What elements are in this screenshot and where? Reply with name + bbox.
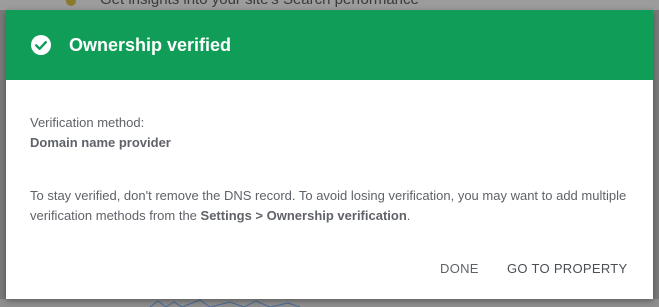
verification-method-value: Domain name provider — [30, 135, 171, 150]
ownership-verified-dialog: Ownership verified Verification method: … — [6, 10, 653, 299]
verification-method-label: Verification method: — [30, 115, 145, 130]
check-circle-icon — [31, 35, 51, 55]
dialog-header: Ownership verified — [6, 10, 653, 80]
info-text-suffix: . — [406, 208, 411, 223]
done-button[interactable]: DONE — [434, 254, 485, 284]
background-chart — [0, 299, 659, 307]
verification-info-text: To stay verified, don't remove the DNS r… — [30, 186, 640, 226]
dialog-title: Ownership verified — [69, 35, 232, 55]
background-banner-text: Get insights into your site's Search per… — [100, 0, 419, 8]
background-banner: Get insights into your site's Search per… — [0, 0, 659, 10]
lightbulb-icon — [66, 0, 76, 6]
settings-ownership-verification-path: Settings > Ownership verification — [200, 208, 407, 223]
go-to-property-button[interactable]: GO TO PROPERTY — [501, 254, 634, 284]
